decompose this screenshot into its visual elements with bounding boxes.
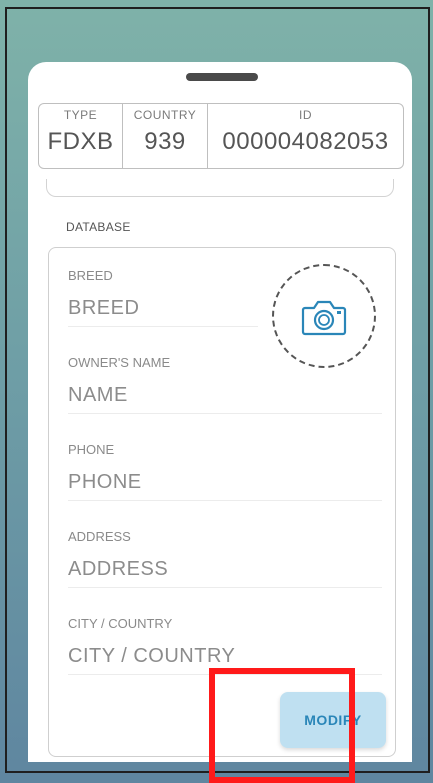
phone-input[interactable]: PHONE (68, 471, 382, 501)
tag-id-value: 000004082053 (222, 128, 389, 155)
sheet-drag-handle[interactable] (186, 73, 258, 81)
phone-field[interactable]: PHONE PHONE (68, 442, 382, 501)
country-code-cell: COUNTRY 939 (123, 104, 208, 168)
city-country-field[interactable]: CITY / COUNTRY CITY / COUNTRY (68, 616, 382, 675)
modify-button[interactable]: MODIFY (280, 692, 386, 748)
address-label: ADDRESS (68, 529, 131, 544)
city-country-label: CITY / COUNTRY (68, 616, 173, 631)
photo-upload-button[interactable] (272, 264, 376, 368)
tag-id-strip: TYPE FDXB COUNTRY 939 ID 000004082053 (38, 103, 404, 169)
country-code-value: 939 (144, 128, 186, 155)
owner-name-label: OWNER'S NAME (68, 355, 171, 370)
tag-type-cell: TYPE FDXB (39, 104, 123, 168)
breed-field[interactable]: BREED BREED (68, 268, 258, 327)
tag-id-cell: ID 000004082053 (208, 104, 403, 168)
bottom-sheet: TYPE FDXB COUNTRY 939 ID 000004082053 DA… (28, 62, 412, 762)
address-field[interactable]: ADDRESS ADDRESS (68, 529, 382, 588)
city-country-input[interactable]: CITY / COUNTRY (68, 645, 382, 675)
phone-label: PHONE (68, 442, 115, 457)
database-section-label: DATABASE (66, 220, 131, 234)
tag-type-label: TYPE (63, 108, 98, 122)
address-input[interactable]: ADDRESS (68, 558, 382, 588)
camera-icon (301, 300, 347, 336)
breed-label: BREED (68, 268, 113, 283)
tag-id-label: ID (299, 108, 312, 122)
country-code-label: COUNTRY (133, 108, 197, 122)
database-card: BREED BREED OWNER'S NAME NAME PHONE PHON… (48, 247, 396, 757)
breed-input[interactable]: BREED (68, 297, 258, 327)
owner-name-field[interactable]: OWNER'S NAME NAME (68, 355, 382, 414)
section-divider (46, 179, 394, 197)
owner-name-input[interactable]: NAME (68, 384, 382, 414)
tag-type-value: FDXB (47, 128, 114, 155)
